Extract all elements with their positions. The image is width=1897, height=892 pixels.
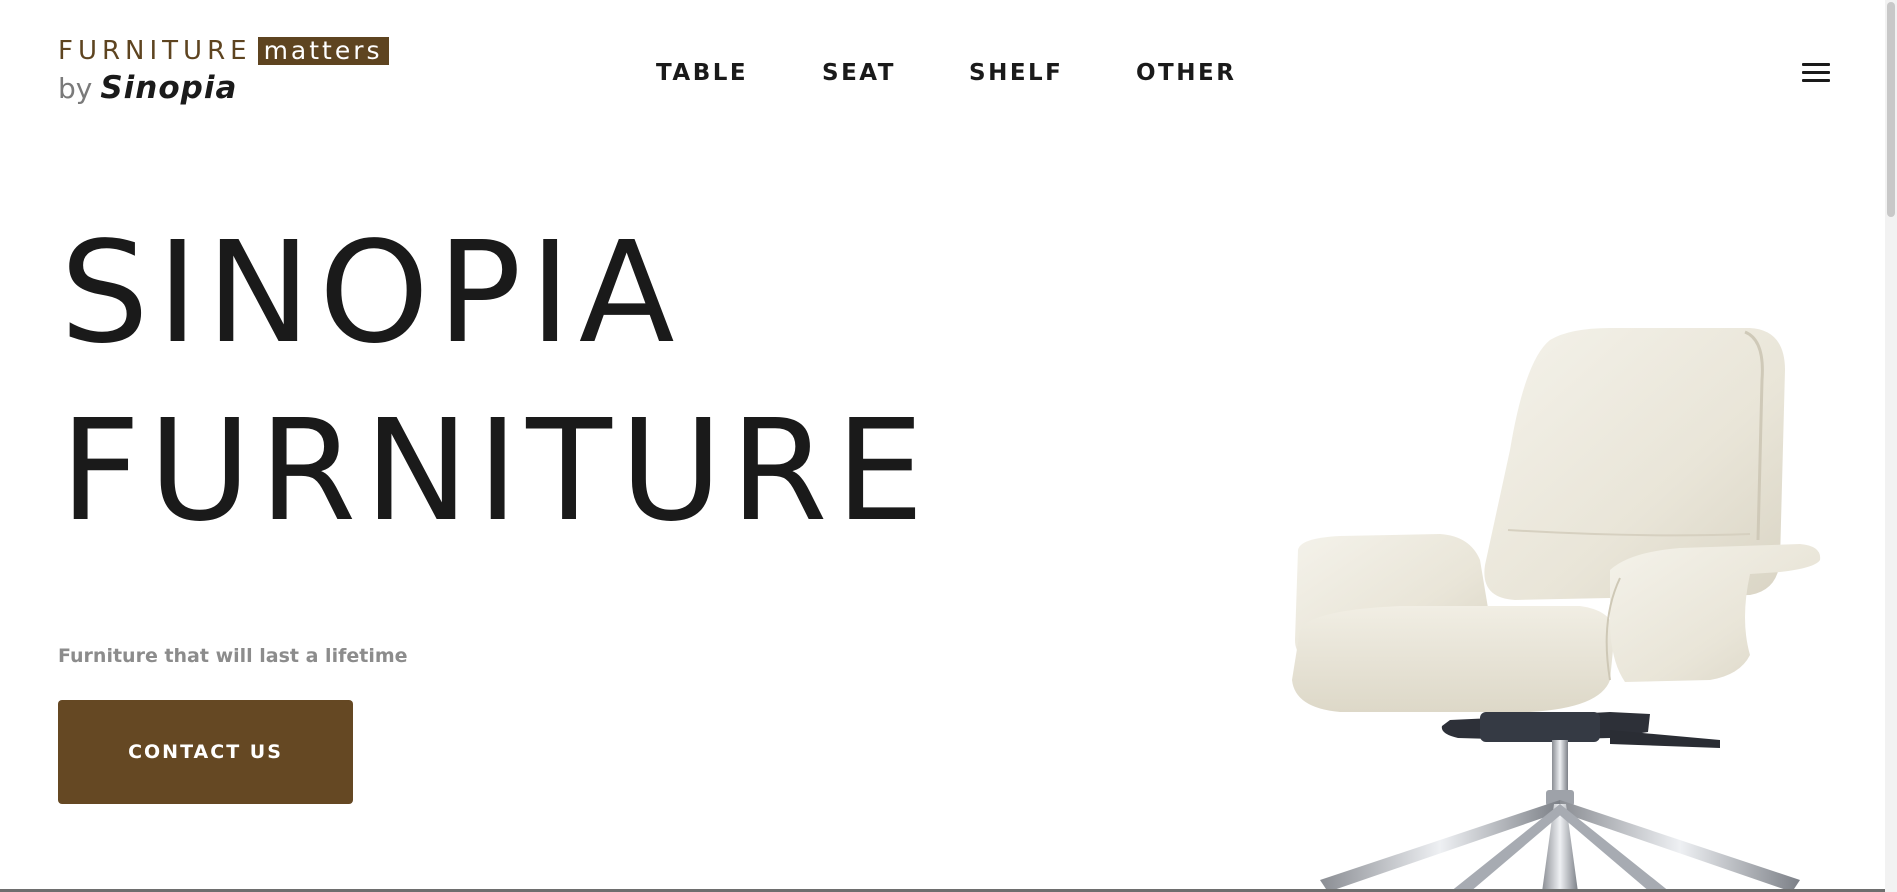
scrollbar-thumb[interactable] xyxy=(1887,2,1895,217)
hamburger-menu-icon[interactable] xyxy=(1800,60,1836,88)
logo-bottom-row: by Sinopia xyxy=(58,70,438,106)
hero-title-line-1: SINOPIA xyxy=(60,212,683,375)
logo-sinopia-wordmark: Sinopia xyxy=(100,70,238,106)
hero-title: SINOPIA FURNITURE xyxy=(60,205,932,561)
brand-logo[interactable]: FURNITURE matters by Sinopia xyxy=(58,36,438,116)
nav-item-table[interactable]: TABLE xyxy=(656,58,748,88)
menu-bar xyxy=(1802,71,1830,74)
hero-title-line-2: FURNITURE xyxy=(60,390,933,553)
nav-item-shelf[interactable]: SHELF xyxy=(969,58,1063,88)
logo-top-row: FURNITURE matters xyxy=(58,36,438,66)
logo-by-text: by xyxy=(58,72,93,105)
page-scrollbar[interactable] xyxy=(1885,0,1897,892)
contact-us-button[interactable]: CONTACT US xyxy=(58,700,353,804)
menu-bar xyxy=(1802,79,1830,82)
menu-bar xyxy=(1802,63,1830,66)
page: FURNITURE matters by Sinopia TABLE SEAT … xyxy=(0,0,1897,892)
nav-item-other[interactable]: OTHER xyxy=(1136,58,1236,88)
nav-item-seat[interactable]: SEAT xyxy=(822,58,896,88)
logo-word-furniture: FURNITURE xyxy=(58,36,252,66)
logo-badge-matters: matters xyxy=(257,37,389,65)
hero-tagline: Furniture that will last a lifetime xyxy=(58,645,408,667)
office-chair-image xyxy=(1292,328,1821,892)
